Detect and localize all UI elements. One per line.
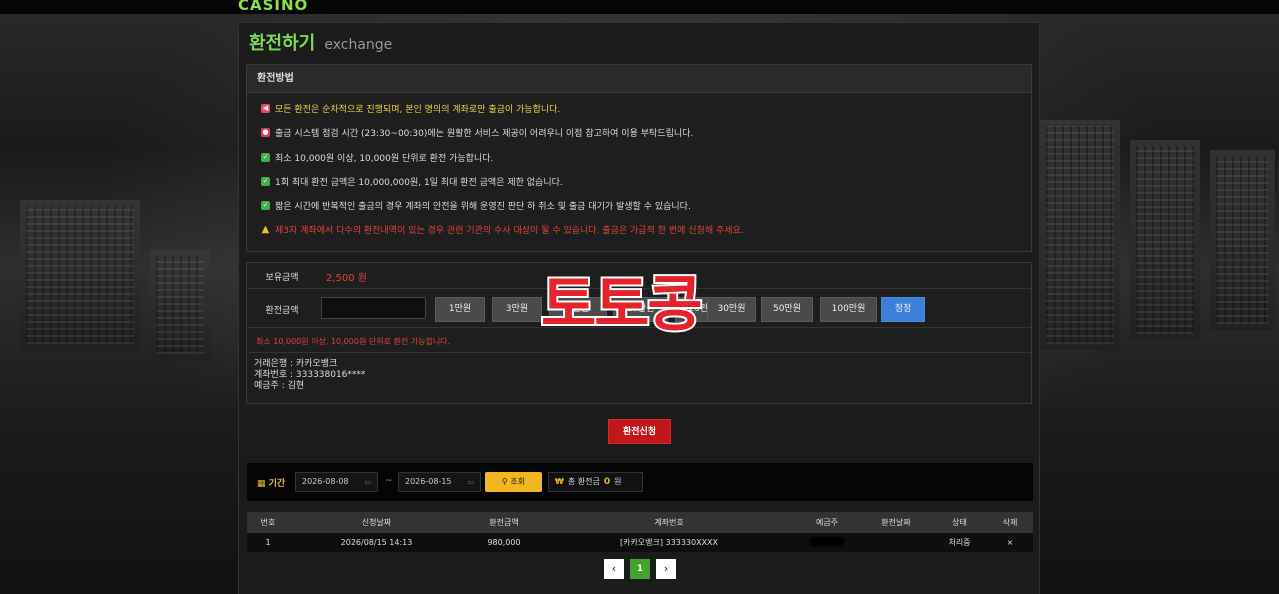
table-cell: 980,000 <box>487 538 521 547</box>
amount-button-1m[interactable]: 100만원 <box>820 297 877 322</box>
background-building <box>1210 150 1275 330</box>
won-icon: ₩ <box>555 477 564 486</box>
period-label-text: 기간 <box>268 479 286 489</box>
notice-line: ▲ 제3자 계좌에서 다수의 환전내역이 있는 경우 관련 기관의 수사 대상이… <box>261 223 744 237</box>
exchange-history-table: 번호 신청날짜 환전금액 계좌번호 예금주 환전날짜 상태 삭제 1 2026/… <box>247 512 1033 552</box>
search-button[interactable]: ⚲ 조회 <box>485 472 542 492</box>
notice-line: ✓ 1회 최대 환전 금액은 10,000,000원, 1일 최대 환전 금액은… <box>261 175 563 188</box>
prev-page-button[interactable]: ‹ <box>604 559 624 579</box>
account-holder: 예금주 : 김현 <box>254 381 305 391</box>
checkbox-icon: ✓ <box>261 153 270 162</box>
table-cell: 2026/08/15 14:13 <box>340 538 413 547</box>
background-building <box>150 250 210 360</box>
amount-button-500k[interactable]: 50만원 <box>761 297 813 322</box>
balance-label: 보유금액 <box>265 273 299 283</box>
redacted-holder <box>794 537 860 548</box>
amount-hint: 최소 10,000원 이상, 10,000원 단위로 환전 가능합니다. <box>256 337 451 346</box>
site-logo[interactable]: CASINO <box>238 0 308 14</box>
redaction-mark <box>809 537 845 546</box>
col-header: 예금주 <box>815 518 839 527</box>
background-building <box>20 200 140 350</box>
notice-line: ◀ 모든 환전은 순차적으로 진행되며, 본인 명의의 계좌로만 출금이 가능합… <box>261 102 560 115</box>
notice-heading: 환전방법 <box>247 65 1031 93</box>
date-to-input[interactable]: 2026-08-15 ▭ <box>398 472 481 492</box>
notice-text: 짧은 시간에 반복적인 출금의 경우 계좌의 안전을 위해 운영진 판단 하 취… <box>275 202 691 212</box>
megaphone-icon: ◀ <box>261 104 270 113</box>
total-exchange: ₩ 총 환전금 0 원 <box>548 472 643 492</box>
date-separator: ~ <box>385 476 393 486</box>
top-bar: CASINO <box>0 0 1279 14</box>
account-number: 계좌번호 : 333338016**** <box>254 370 366 380</box>
table-cell: 처리중 <box>948 538 971 547</box>
page-title-en: exchange <box>324 37 393 53</box>
amount-label: 환전금액 <box>265 306 299 316</box>
amount-button-300k[interactable]: 30만원 <box>707 297 756 322</box>
pagination: ‹ 1 › <box>604 559 676 579</box>
notice-text: 모든 환전은 순차적으로 진행되며, 본인 명의의 계좌로만 출금이 가능합니다… <box>275 105 561 115</box>
col-header: 환전날짜 <box>881 518 911 527</box>
notice-text: 최소 10,000원 이상, 10,000원 단위로 환전 가능합니다. <box>275 154 494 164</box>
delete-button[interactable]: × <box>987 538 1033 547</box>
page-title: 환전하기 exchange <box>249 29 392 57</box>
table-cell: 1 <box>265 538 271 547</box>
date-from-value: 2026-08-08 <box>302 477 349 486</box>
bank-info: 거래은행 : 카카오뱅크 계좌번호 : 333338016**** 예금주 : … <box>247 352 1031 398</box>
amount-input[interactable] <box>321 297 426 319</box>
next-page-button[interactable]: › <box>656 559 676 579</box>
notice-line: ✓ 최소 10,000원 이상, 10,000원 단위로 환전 가능합니다. <box>261 151 493 164</box>
col-header: 신청날짜 <box>361 518 392 527</box>
total-unit: 원 <box>614 477 622 486</box>
amount-button-10k[interactable]: 1만원 <box>435 297 485 322</box>
col-header: 삭제 <box>1002 518 1018 527</box>
notice-line: ✓ 짧은 시간에 반복적인 출금의 경우 계좌의 안전을 위해 운영진 판단 하… <box>261 199 691 212</box>
alarm-icon: ● <box>261 128 270 137</box>
col-header: 상태 <box>952 518 967 527</box>
page-title-ko: 환전하기 <box>249 33 316 54</box>
calendar-icon[interactable]: ▭ <box>467 473 474 491</box>
amount-button-30k[interactable]: 3만원 <box>492 297 542 322</box>
calendar-icon: ▦ <box>257 479 266 489</box>
notice-text: 출금 시스템 점검 시간 (23:30~00:30)에는 원활한 서비스 제공이… <box>275 129 694 139</box>
date-to-value: 2026-08-15 <box>405 477 452 486</box>
date-from-input[interactable]: 2026-08-08 ▭ <box>295 472 378 492</box>
background-building <box>1040 120 1120 350</box>
col-header: 환전금액 <box>489 518 519 527</box>
search-icon: ⚲ <box>501 477 508 486</box>
warning-icon: ▲ <box>261 224 270 235</box>
notice-text: 제3자 계좌에서 다수의 환전내역이 있는 경우 관련 기관의 수사 대상이 될… <box>275 226 744 236</box>
page-1-button[interactable]: 1 <box>630 559 650 579</box>
calendar-icon[interactable]: ▭ <box>364 473 371 491</box>
notice-line: ● 출금 시스템 점검 시간 (23:30~00:30)에는 원활한 서비스 제… <box>261 126 693 139</box>
exchange-submit-button[interactable]: 환전신청 <box>608 419 671 444</box>
search-button-label: 조회 <box>510 477 526 486</box>
watermark-stamp: 토토콩 <box>539 268 705 342</box>
balance-value: 2,500 원 <box>326 273 368 284</box>
total-label: 총 환전금 <box>567 477 600 486</box>
col-header: 계좌번호 <box>654 518 684 527</box>
bank-name: 거래은행 : 카카오뱅크 <box>254 359 338 369</box>
table-row[interactable]: 1 2026/08/15 14:13 980,000 [카카오뱅크] 33333… <box>247 533 1033 552</box>
exchange-notice: 환전방법 ◀ 모든 환전은 순차적으로 진행되며, 본인 명의의 계좌로만 출금… <box>246 64 1032 252</box>
checkbox-icon: ✓ <box>261 201 270 210</box>
table-cell: [카카오뱅크] 333330XXXX <box>619 538 719 547</box>
history-search-bar: ▦ 기간 2026-08-08 ▭ ~ 2026-08-15 ▭ ⚲ 조회 ₩ … <box>247 463 1033 501</box>
period-label: ▦ 기간 <box>257 476 285 489</box>
col-header: 번호 <box>260 518 276 527</box>
total-value: 0 <box>603 477 611 487</box>
reset-button[interactable]: 정정 <box>881 297 925 322</box>
background-building <box>1130 140 1200 340</box>
table-header: 번호 신청날짜 환전금액 계좌번호 예금주 환전날짜 상태 삭제 <box>247 512 1033 533</box>
notice-text: 1회 최대 환전 금액은 10,000,000원, 1일 최대 환전 금액은 제… <box>275 178 563 188</box>
checkbox-icon: ✓ <box>261 177 270 186</box>
